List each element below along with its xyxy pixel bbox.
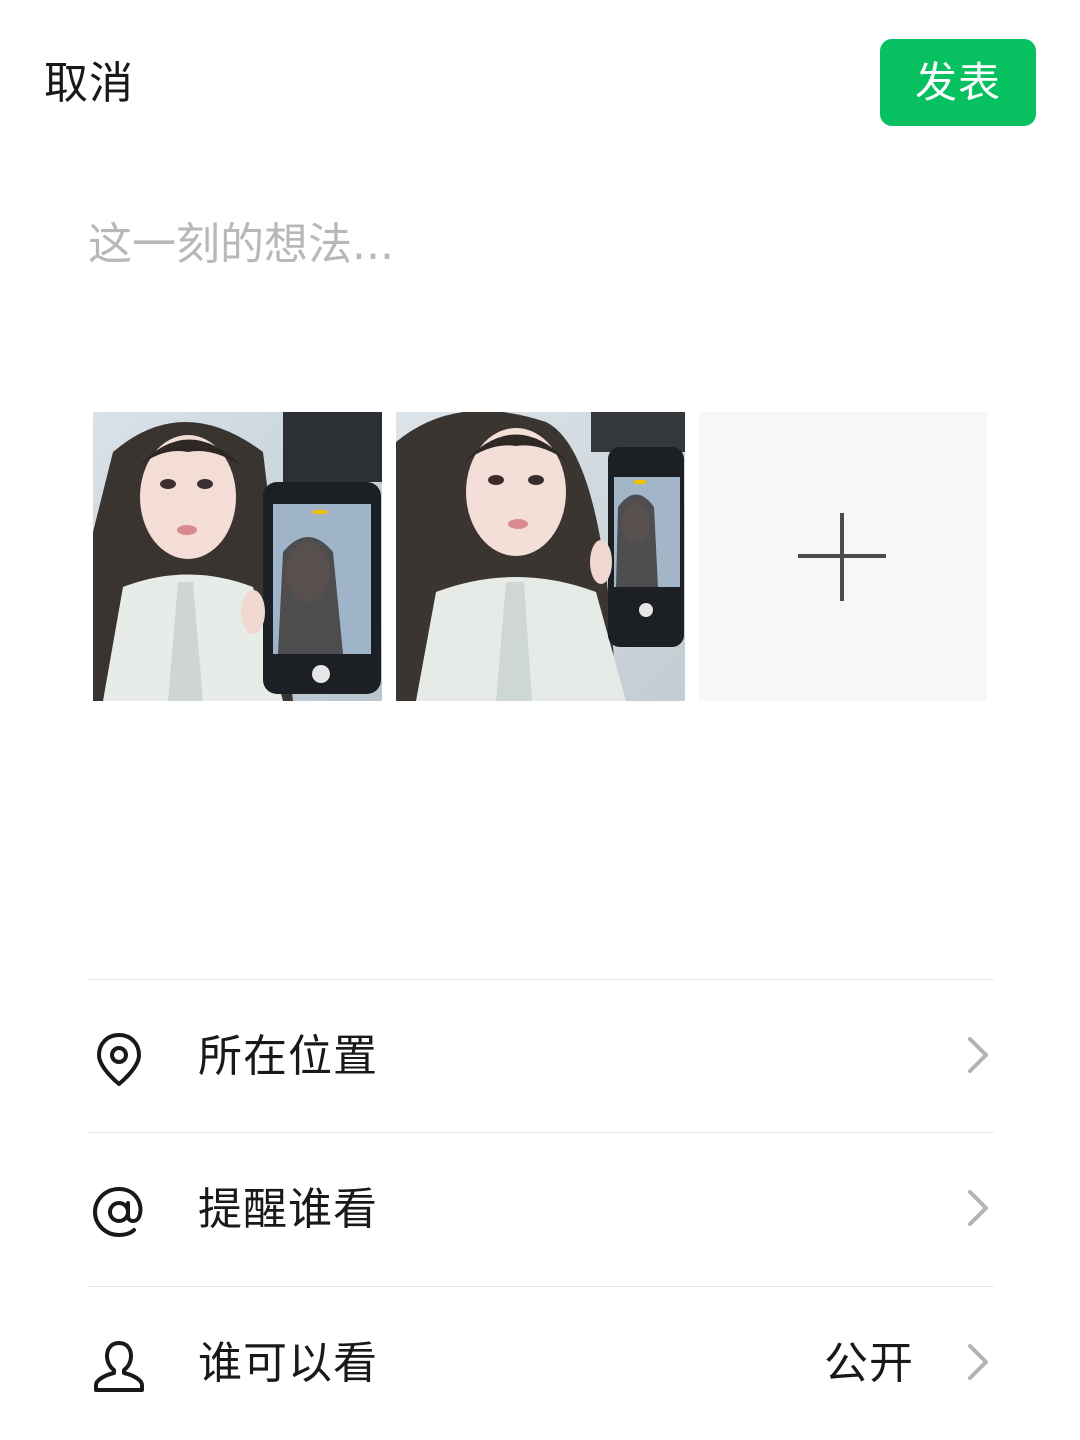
visibility-label: 谁可以看 [198, 1338, 378, 1389]
mention-row[interactable]: 提醒谁看 [88, 1133, 994, 1283]
publish-button[interactable]: 发表 [880, 39, 1036, 126]
visibility-row[interactable]: 谁可以看 公开 [88, 1287, 994, 1437]
chevron-right-icon [968, 1037, 988, 1073]
cancel-button[interactable]: 取消 [44, 52, 134, 116]
photo-image [396, 412, 685, 701]
moments-compose-screen: 取消 发表 这一刻的想法... 所在位置 提醒谁看 谁可以看 公开 [0, 0, 1080, 1440]
photo-thumbnail[interactable] [93, 412, 382, 701]
at-sign-icon [92, 1186, 143, 1238]
mention-label: 提醒谁看 [198, 1184, 378, 1235]
visibility-value: 公开 [824, 1338, 914, 1389]
add-photo-button[interactable] [699, 412, 987, 701]
photo-thumbnail[interactable] [396, 412, 685, 701]
photo-image [93, 412, 382, 701]
location-row[interactable]: 所在位置 [88, 980, 994, 1130]
chevron-right-icon [968, 1190, 988, 1226]
location-pin-icon [97, 1033, 141, 1086]
location-label: 所在位置 [198, 1031, 378, 1082]
person-icon [94, 1341, 144, 1392]
chevron-right-icon [968, 1344, 988, 1380]
plus-icon [840, 513, 844, 601]
thought-input[interactable] [88, 205, 992, 335]
